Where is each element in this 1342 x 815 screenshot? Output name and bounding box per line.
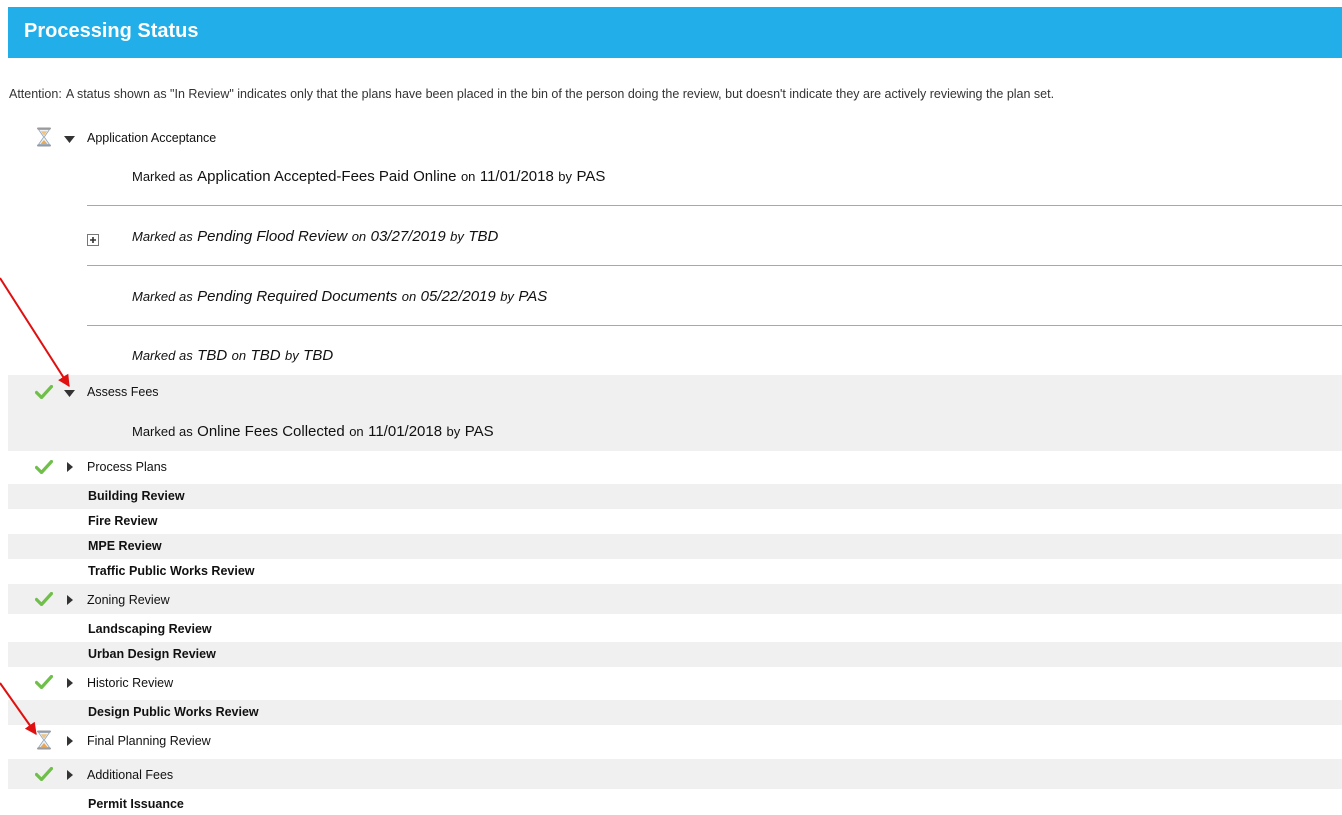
- annotation-arrow: [0, 682, 37, 735]
- annotation-arrows: [0, 277, 70, 735]
- annotation-arrow: [0, 277, 70, 388]
